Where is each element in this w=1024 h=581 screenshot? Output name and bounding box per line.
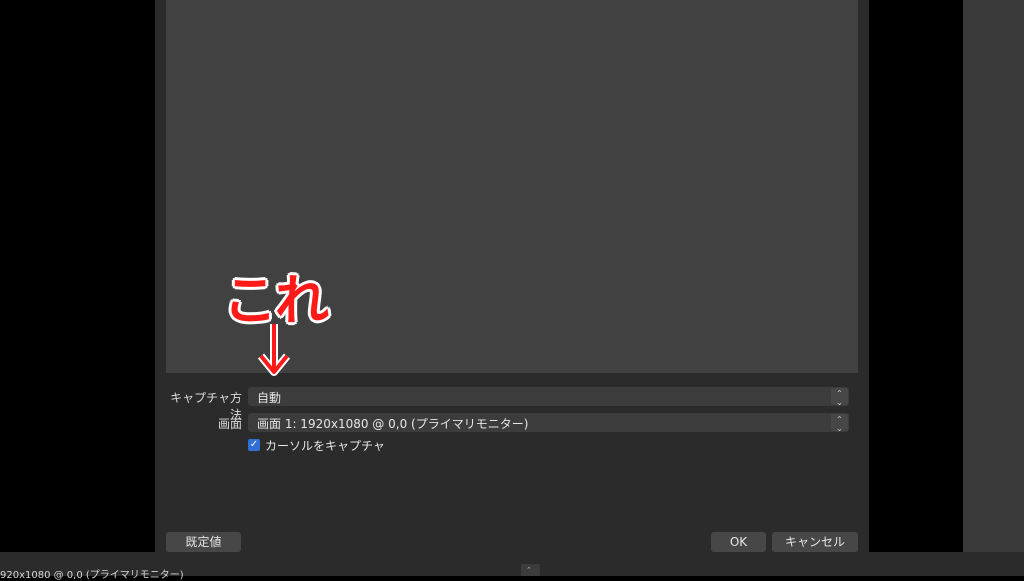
background-display-text: 920x1080 @ 0,0 (プライマリモニター) (0, 570, 184, 581)
checkmark-icon: ✓ (249, 439, 259, 450)
chevron-updown-icon: ⌃ ⌄ (831, 414, 848, 433)
defaults-button[interactable]: 既定値 (166, 532, 241, 552)
display-select[interactable]: 画面 1: 1920x1080 @ 0,0 (プライマリモニター) ⌃ ⌄ (248, 413, 849, 433)
capture-cursor-checkbox[interactable]: ✓ (248, 439, 260, 451)
properties-dialog: これ キャプチャ方法 自動 ⌃ ⌄ 画面 画面 1: 1920x1080 @ 0,… (155, 0, 869, 563)
chevron-updown-icon: ⌃ ⌄ (831, 388, 848, 407)
annotation-arrow-icon (257, 324, 291, 376)
capture-method-select[interactable]: 自動 ⌃ ⌄ (248, 387, 849, 407)
capture-method-value: 自動 (257, 391, 282, 405)
display-label: 画面 (217, 417, 242, 431)
background-select-spinner[interactable]: ⌃ (521, 564, 540, 576)
background-window-panel (963, 0, 1024, 552)
ok-button[interactable]: OK (711, 532, 766, 552)
cancel-button[interactable]: キャンセル (772, 532, 858, 552)
capture-cursor-label[interactable]: カーソルをキャプチャ (265, 437, 385, 454)
display-value: 画面 1: 1920x1080 @ 0,0 (プライマリモニター) (257, 417, 529, 431)
